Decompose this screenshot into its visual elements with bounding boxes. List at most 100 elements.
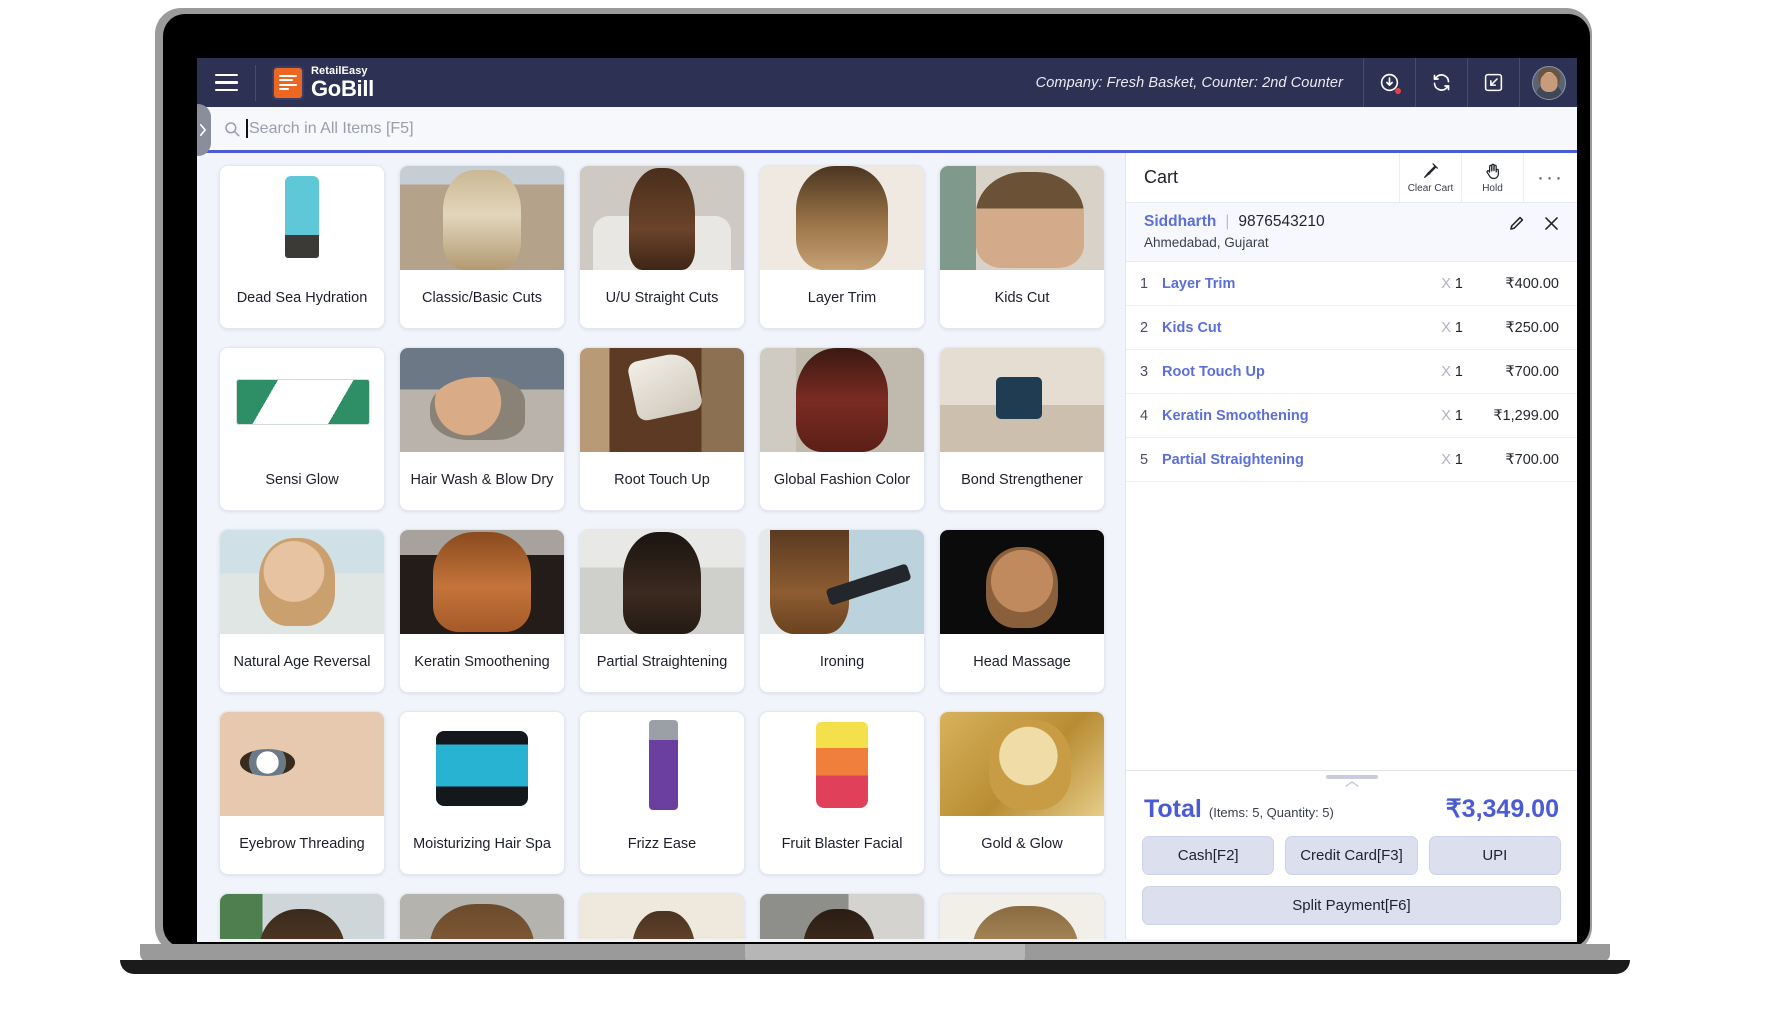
- product-image: [220, 712, 384, 816]
- notification-dot: [1395, 88, 1401, 94]
- cart-item-quantity[interactable]: X1: [1399, 408, 1463, 424]
- brand-logo-block: RetailEasy GoBill: [256, 65, 374, 101]
- product-photo: [220, 166, 384, 270]
- cart-resize-handle[interactable]: [1142, 771, 1561, 788]
- product-image: [760, 166, 924, 270]
- customer-block: Siddharth | 9876543210 Ahmedabad, Gujara…: [1126, 203, 1577, 262]
- cart-item-name[interactable]: Layer Trim: [1162, 276, 1399, 292]
- sidebar-expand-toggle[interactable]: [197, 104, 211, 156]
- cart-item-name[interactable]: Partial Straightening: [1162, 452, 1399, 468]
- hamburger-icon[interactable]: [197, 58, 255, 107]
- product-card[interactable]: [219, 893, 385, 939]
- qty-multiplier: X: [1441, 451, 1451, 468]
- customer-name[interactable]: Siddharth: [1144, 213, 1216, 231]
- hold-button[interactable]: Hold: [1461, 153, 1523, 202]
- product-image: [400, 894, 564, 939]
- product-photo: [400, 894, 564, 939]
- product-card[interactable]: Frizz Ease: [579, 711, 745, 875]
- close-icon[interactable]: [1542, 214, 1561, 233]
- product-photo: [580, 712, 744, 816]
- product-name: Fruit Blaster Facial: [760, 816, 924, 874]
- cart-item-row[interactable]: 5 Partial Straightening X 1 ₹700.00: [1126, 438, 1577, 482]
- product-image: [940, 530, 1104, 634]
- product-image: [940, 894, 1104, 939]
- product-name: Classic/Basic Cuts: [400, 270, 564, 328]
- product-photo: [220, 894, 384, 939]
- product-name: Bond Strengthener: [940, 452, 1104, 510]
- product-card[interactable]: Eyebrow Threading: [219, 711, 385, 875]
- cart-item-quantity[interactable]: X1: [1399, 276, 1463, 292]
- payment-button-credit-card-f3[interactable]: Credit Card[F3]: [1285, 836, 1418, 875]
- qty-multiplier: X: [1441, 275, 1451, 292]
- sync-refresh-icon[interactable]: [1415, 58, 1467, 107]
- product-name: Hair Wash & Blow Dry: [400, 452, 564, 510]
- product-image: [580, 894, 744, 939]
- appbar-icon-group: [1363, 58, 1577, 107]
- product-card[interactable]: Kids Cut: [939, 165, 1105, 329]
- payment-button-cash-f2[interactable]: Cash[F2]: [1142, 836, 1275, 875]
- cart-more-options-button[interactable]: ···: [1523, 153, 1577, 202]
- clear-cart-button[interactable]: Clear Cart: [1399, 153, 1461, 202]
- product-card[interactable]: Keratin Smoothening: [399, 529, 565, 693]
- product-image: [760, 712, 924, 816]
- product-card[interactable]: Bond Strengthener: [939, 347, 1105, 511]
- product-card[interactable]: [939, 893, 1105, 939]
- product-card[interactable]: [579, 893, 745, 939]
- cart-item-price: ₹400.00: [1505, 275, 1559, 292]
- cart-item-row[interactable]: 3 Root Touch Up X 1 ₹700.00: [1126, 350, 1577, 394]
- product-image: [580, 530, 744, 634]
- cart-item-row[interactable]: 4 Keratin Smoothening X 1 ₹1,299.00: [1126, 394, 1577, 438]
- qty-multiplier: X: [1441, 407, 1451, 424]
- cart-item-row[interactable]: 2 Kids Cut X 1 ₹250.00: [1126, 306, 1577, 350]
- product-card[interactable]: Global Fashion Color: [759, 347, 925, 511]
- product-photo: [220, 530, 384, 634]
- product-photo: [400, 348, 564, 452]
- product-card[interactable]: Moisturizing Hair Spa: [399, 711, 565, 875]
- pending-download-icon[interactable]: [1363, 58, 1415, 107]
- product-photo: [220, 348, 384, 452]
- total-label: Total: [1144, 795, 1202, 823]
- cart-footer: Total (Items: 5, Quantity: 5) ₹3,349.00 …: [1126, 770, 1577, 939]
- brand-title: GoBill: [311, 75, 374, 101]
- product-card[interactable]: Head Massage: [939, 529, 1105, 693]
- product-card[interactable]: Dead Sea Hydration: [219, 165, 385, 329]
- cart-item-quantity[interactable]: X1: [1399, 364, 1463, 380]
- product-card[interactable]: Natural Age Reversal: [219, 529, 385, 693]
- product-card[interactable]: Ironing: [759, 529, 925, 693]
- app-viewport: RetailEasy GoBill Company: Fresh Basket,…: [197, 58, 1577, 942]
- product-card[interactable]: U/U Straight Cuts: [579, 165, 745, 329]
- cart-item-name[interactable]: Kids Cut: [1162, 320, 1399, 336]
- product-card[interactable]: Partial Straightening: [579, 529, 745, 693]
- main-body: Dead Sea Hydration Classic/Basic Cuts U/U …: [197, 153, 1577, 939]
- product-card[interactable]: [759, 893, 925, 939]
- product-photo: [760, 894, 924, 939]
- split-payment-button[interactable]: Split Payment[F6]: [1142, 886, 1561, 925]
- product-card[interactable]: [399, 893, 565, 939]
- product-card[interactable]: Layer Trim: [759, 165, 925, 329]
- clear-cart-label: Clear Cart: [1407, 183, 1454, 194]
- product-photo: [940, 530, 1104, 634]
- cart-item-quantity[interactable]: X1: [1399, 452, 1463, 468]
- product-card[interactable]: Sensi Glow: [219, 347, 385, 511]
- product-card[interactable]: Root Touch Up: [579, 347, 745, 511]
- cart-pane: Cart Clear Cart Hold ··· Siddharth | 987…: [1125, 153, 1577, 939]
- product-card[interactable]: Classic/Basic Cuts: [399, 165, 565, 329]
- cart-item-index: 1: [1140, 275, 1149, 292]
- product-card[interactable]: Fruit Blaster Facial: [759, 711, 925, 875]
- payment-button-upi[interactable]: UPI: [1428, 836, 1561, 875]
- product-image: [220, 530, 384, 634]
- cart-item-quantity[interactable]: X1: [1399, 320, 1463, 336]
- collapse-screen-icon[interactable]: [1467, 58, 1519, 107]
- product-image: [580, 348, 744, 452]
- search-icon: [223, 120, 241, 138]
- product-card[interactable]: Hair Wash & Blow Dry: [399, 347, 565, 511]
- cart-item-name[interactable]: Keratin Smoothening: [1162, 408, 1399, 424]
- search-input[interactable]: Search in All Items [F5]: [249, 120, 414, 138]
- product-card[interactable]: Gold & Glow: [939, 711, 1105, 875]
- user-avatar[interactable]: [1519, 58, 1577, 107]
- product-name: Natural Age Reversal: [220, 634, 384, 692]
- cart-item-row[interactable]: 1 Layer Trim X 1 ₹400.00: [1126, 262, 1577, 306]
- pencil-icon[interactable]: [1507, 214, 1526, 233]
- total-row: Total (Items: 5, Quantity: 5) ₹3,349.00: [1142, 788, 1561, 836]
- cart-item-name[interactable]: Root Touch Up: [1162, 364, 1399, 380]
